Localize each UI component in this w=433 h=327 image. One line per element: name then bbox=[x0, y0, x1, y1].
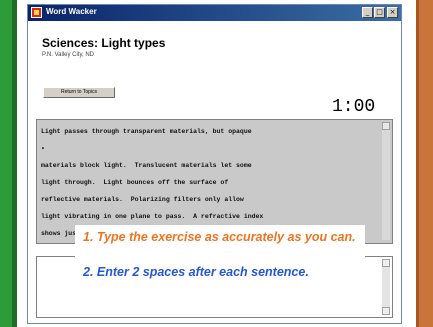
app-icon bbox=[31, 7, 42, 18]
close-button[interactable]: × bbox=[387, 7, 398, 18]
maximize-button[interactable]: □ bbox=[374, 7, 385, 18]
scroll-up-arrow-icon[interactable] bbox=[382, 122, 390, 130]
instruction-2: 2. Enter 2 spaces after each sentence. bbox=[83, 265, 309, 279]
exercise-line-4: reflective materials. Polarizing filters… bbox=[41, 196, 244, 203]
minimize-button[interactable]: _ bbox=[362, 7, 373, 18]
countdown-timer: 1:00 bbox=[332, 97, 376, 117]
right-border-orange bbox=[419, 0, 433, 327]
instruction-callout: 1. Type the exercise as accurately as yo… bbox=[75, 225, 365, 307]
exercise-line-2: materials block light. Translucent mater… bbox=[41, 162, 252, 169]
title-bar[interactable]: Word Wacker _ □ × bbox=[28, 5, 401, 21]
location-subtitle: P.N. Valley City, ND bbox=[42, 52, 95, 58]
exercise-line-1: Light passes through transparent materia… bbox=[41, 128, 252, 135]
left-border-shadow bbox=[12, 0, 17, 327]
left-border-green bbox=[0, 0, 12, 327]
top-border bbox=[17, 0, 416, 3]
window-title: Word Wacker bbox=[46, 7, 97, 16]
cursor-mark: • bbox=[41, 145, 45, 152]
instruction-1: 1. Type the exercise as accurately as yo… bbox=[83, 230, 356, 244]
return-to-topics-button[interactable]: Return to Topics bbox=[43, 87, 115, 98]
exercise-line-5: light vibrating in one plane to pass. A … bbox=[41, 213, 264, 220]
input-scrollbar[interactable] bbox=[382, 259, 390, 315]
exercise-scrollbar[interactable] bbox=[382, 122, 390, 240]
page-title: Sciences: Light types bbox=[42, 36, 166, 50]
input-scroll-up-icon[interactable] bbox=[382, 259, 390, 267]
exercise-line-3: light through. Light bounces off the sur… bbox=[41, 179, 229, 186]
input-scroll-down-icon[interactable] bbox=[382, 307, 390, 315]
